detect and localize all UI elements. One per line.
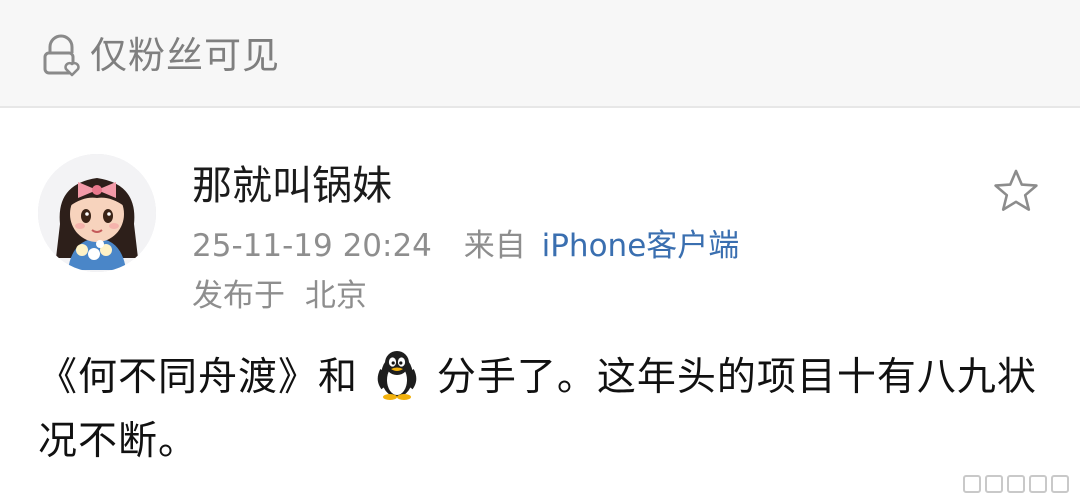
post-text-part-1: 《何不同舟渡》和 <box>38 355 359 400</box>
lock-heart-icon <box>43 34 80 77</box>
visibility-bar: 仅粉丝可见 <box>0 0 1080 108</box>
cartoon-girl-avatar <box>38 154 156 272</box>
penguin-icon <box>378 351 417 400</box>
star-icon[interactable] <box>990 166 1042 218</box>
location-city: 北京 <box>304 278 367 314</box>
author-name[interactable]: 那就叫锅妹 <box>192 158 392 214</box>
visibility-label: 仅粉丝可见 <box>90 34 280 77</box>
location-prefix: 发布于 <box>192 278 285 314</box>
post-location: 发布于 北京 <box>192 274 367 318</box>
visibility-indicator: 仅粉丝可见 <box>38 30 280 82</box>
source-prefix: 来自 <box>463 228 526 264</box>
watermark <box>963 475 1069 493</box>
post-text: 《何不同舟渡》和 分手了。这年头的项目十有八九状况不断。 <box>38 346 1048 474</box>
post-meta: 25-11-19 20:24 来自 iPhone客户端 <box>192 224 739 268</box>
post-time: 25-11-19 20:24 <box>192 228 432 264</box>
avatar[interactable] <box>38 154 156 272</box>
client-link[interactable]: iPhone客户端 <box>542 228 740 264</box>
